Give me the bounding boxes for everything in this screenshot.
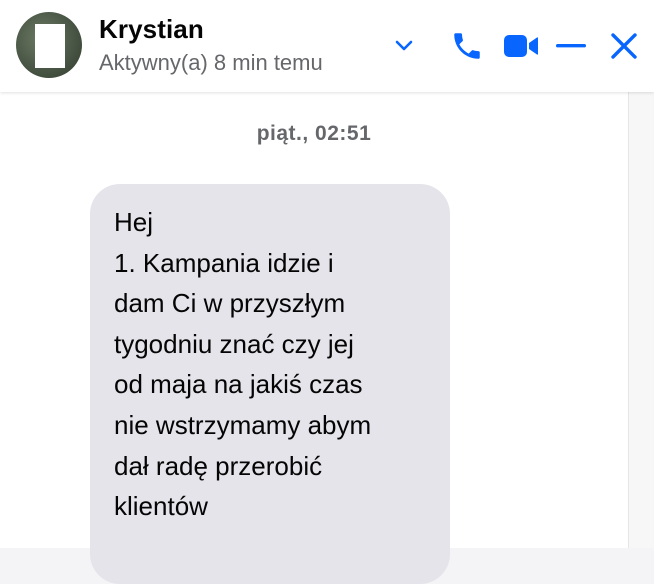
message-text: Hej 1. Kampania idzie i dam Ci w przyszł…: [114, 207, 372, 522]
close-icon[interactable]: [606, 27, 642, 65]
message-timestamp: piąt., 02:51: [256, 122, 372, 145]
phone-icon[interactable]: [448, 27, 486, 65]
contact-name[interactable]: Krystian: [99, 14, 204, 45]
chevron-down-icon[interactable]: [392, 34, 416, 58]
contact-avatar[interactable]: [16, 12, 82, 78]
avatar-redaction: [35, 24, 65, 68]
chat-header: Krystian Aktywny(a) 8 min temu: [0, 0, 654, 92]
minimize-icon[interactable]: [553, 27, 589, 65]
scrollbar[interactable]: [629, 92, 654, 548]
video-camera-icon[interactable]: [500, 27, 542, 65]
contact-status: Aktywny(a) 8 min temu: [99, 50, 323, 75]
